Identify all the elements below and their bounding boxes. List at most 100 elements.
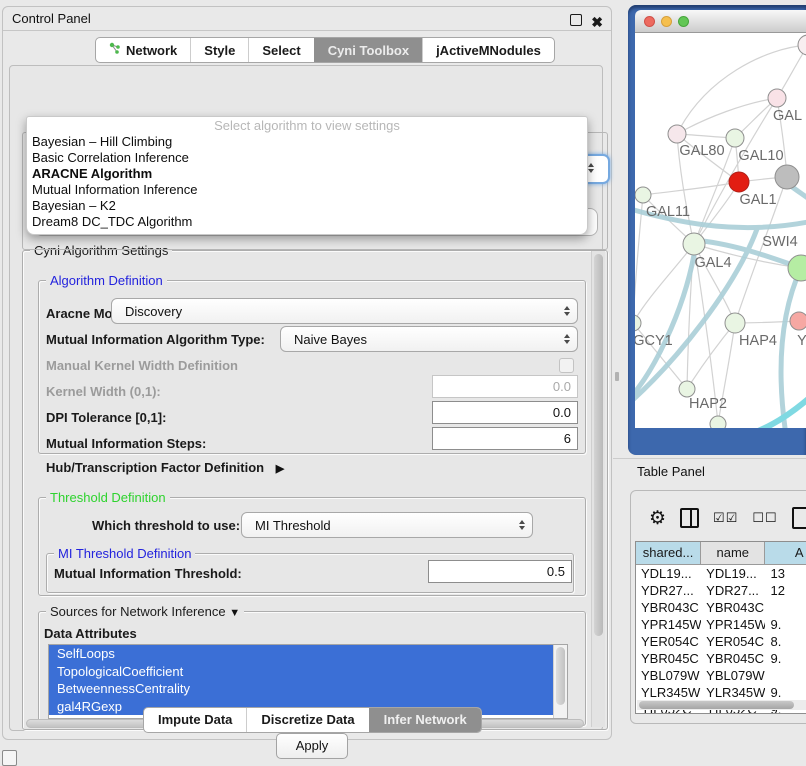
network-node-gal[interactable] [768,89,786,107]
close-traffic-light-icon[interactable] [644,16,655,27]
attribute-item-betweennesscentrality[interactable]: BetweennessCentrality [49,680,554,698]
tab-label: Cyni Toolbox [328,43,409,58]
sources-title-text: Sources for Network Inference [50,604,226,619]
table-panel-header: Table Panel [613,458,806,484]
float-panel-icon[interactable] [570,14,582,26]
node-label: GAL [773,108,802,124]
node-label: Y [797,333,806,349]
close-panel-icon[interactable]: ✖ [591,10,603,34]
network-node[interactable] [775,165,799,189]
tab-discretize-data[interactable]: Discretize Data [246,708,368,732]
table-row[interactable]: YER054CYER054C8. [636,633,806,650]
list-vertical-scrollbar[interactable] [553,645,567,718]
network-node-gal11[interactable] [635,187,651,203]
split-pane-divider-handle[interactable] [615,372,619,381]
hide-columns-icon[interactable]: ☐☐ [752,510,777,526]
table-row[interactable]: YLR345WYLR345W9. [636,684,806,701]
scrollbar-thumb[interactable] [594,254,603,636]
tab-jactivemnodules[interactable]: jActiveMNodules [422,38,554,62]
mi-algorithm-type-select[interactable]: Naive Bayes [280,326,578,352]
table-cell: 12 [765,582,806,599]
mi-steps-field[interactable]: 6 [432,427,578,450]
tab-infer-network[interactable]: Infer Network [369,708,481,732]
network-node-swi4[interactable] [788,255,806,281]
column-layout-icon[interactable] [680,508,699,528]
network-node-gal80[interactable] [668,125,686,143]
zoom-traffic-light-icon[interactable] [678,16,689,27]
hub-definition-expander[interactable]: Hub/Transcription Factor Definition ▶ [46,460,284,475]
algorithm-option-dream8-dc-tdc-algorithm[interactable]: Dream8 DC_TDC Algorithm [27,214,587,230]
mi-threshold-field[interactable]: 0.5 [428,560,572,583]
sources-title[interactable]: Sources for Network Inference ▼ [46,604,244,619]
settings-gear-icon[interactable]: ⚙ [649,507,666,530]
table-cell [765,667,806,684]
tab-style[interactable]: Style [190,38,248,62]
tab-impute-data[interactable]: Impute Data [144,708,246,732]
column-header-shared[interactable]: shared... [636,542,701,564]
document-icon[interactable] [792,507,806,529]
table-row[interactable]: YPR145WYPR145W9. [636,616,806,633]
node-label: GAL11 [646,204,690,220]
table-cell: YER054C [636,633,701,650]
attribute-item-topologicalcoefficient[interactable]: TopologicalCoefficient [49,663,554,681]
hub-definition-label: Hub/Transcription Factor Definition [46,460,264,475]
table-horizontal-scrollbar[interactable] [637,700,806,710]
network-node-gal10[interactable] [726,129,744,147]
table-cell: YBR045C [701,650,765,667]
network-canvas[interactable]: GALGAL80GAL10GAL1GAL11GAL4SWI4GCY1HAP4YH… [635,33,806,428]
algorithm-option-basic-correlation-inference[interactable]: Basic Correlation Inference [27,150,587,166]
mi-algorithm-type-label: Mutual Information Algorithm Type: [46,332,265,347]
network-node-hap2[interactable] [679,381,695,397]
threshold-definition-title: Threshold Definition [46,490,170,505]
network-node[interactable] [798,35,806,55]
network-window-titlebar[interactable] [635,10,806,33]
network-view-window[interactable]: GALGAL80GAL10GAL1GAL11GAL4SWI4GCY1HAP4YH… [628,5,806,455]
algorithm-option-mutual-information-inference[interactable]: Mutual Information Inference [27,182,587,198]
table-row[interactable]: YDL19...YDL19...13 [636,565,806,582]
aracne-mode-select[interactable]: Discovery [111,298,578,324]
minimized-window-icon[interactable] [2,750,17,766]
algorithm-option-bayesian-hill-climbing[interactable]: Bayesian – Hill Climbing [27,134,587,150]
table-row[interactable]: YDR27...YDR27...12 [636,582,806,599]
control-panel: Control Panel ✖ NetworkStyleSelectCyni T… [2,6,612,740]
scrollbar-thumb[interactable] [639,701,794,709]
which-threshold-select[interactable]: MI Threshold [241,512,533,538]
manual-kernel-width-checkbox[interactable] [559,358,574,373]
apply-button[interactable]: Apply [276,733,348,759]
dropdown-placeholder: Select algorithm to view settings [27,117,587,134]
network-node-gal1[interactable] [729,172,749,192]
network-node[interactable] [710,416,726,428]
network-node-hap4[interactable] [725,313,745,333]
algorithm-option-aracne-algorithm[interactable]: ARACNE Algorithm [27,166,587,182]
table-row[interactable]: YBL079WYBL079W [636,667,806,684]
algorithm-option-bayesian-k2[interactable]: Bayesian – K2 [27,198,587,214]
scrollbar-thumb[interactable] [556,647,565,705]
tab-label: Network [126,43,177,58]
column-header-a[interactable]: A [765,542,806,564]
table-row[interactable]: YBR045CYBR045C9. [636,650,806,667]
table-cell: YBL079W [636,667,701,684]
table-cell: 8. [765,633,806,650]
tab-network[interactable]: Network [96,38,190,62]
network-node-gal4[interactable] [683,233,705,255]
tab-cyni-toolbox[interactable]: Cyni Toolbox [314,38,422,62]
table-row[interactable]: YBR043CYBR043C [636,599,806,616]
stepper-icon [564,334,570,344]
tab-select[interactable]: Select [248,38,313,62]
node-label: GAL1 [739,192,776,208]
network-node-y[interactable] [790,312,806,330]
attribute-item-selfloops[interactable]: SelfLoops [49,645,554,663]
node-attribute-table[interactable]: shared...nameA YDL19...YDL19...13YDR27..… [635,541,806,714]
table-cell: YDR27... [636,582,701,599]
settings-vertical-scrollbar[interactable] [591,251,605,727]
data-attributes-label: Data Attributes [44,626,137,641]
show-columns-icon[interactable]: ☑☑ [713,510,738,526]
kernel-width-field[interactable]: 0.0 [432,375,578,398]
which-threshold-value: MI Threshold [255,518,331,533]
network-node-gcy1[interactable] [635,315,641,331]
column-header-name[interactable]: name [701,542,765,564]
algorithm-dropdown-popup: Select algorithm to view settings Bayesi… [26,116,588,235]
table-cell: YBR043C [636,599,701,616]
dpi-tolerance-field[interactable]: 0.0 [432,401,578,424]
minimize-traffic-light-icon[interactable] [661,16,672,27]
